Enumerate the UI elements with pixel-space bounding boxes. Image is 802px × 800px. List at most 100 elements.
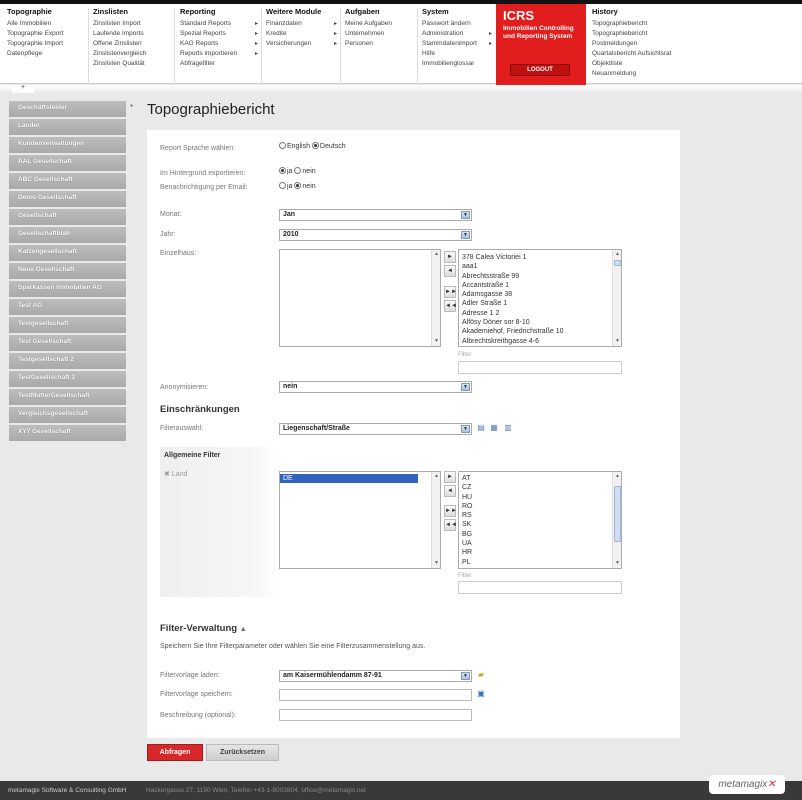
sidebar-item-gesellschaft[interactable]: Gesellschaft — [9, 209, 126, 225]
menu-item-reports-importieren[interactable]: Reports importieren ▸ — [180, 49, 258, 59]
menu-item-administration[interactable]: Administration ▸ — [422, 29, 492, 39]
email-nein-radio[interactable] — [294, 182, 302, 189]
menu-item-laufende-imports[interactable]: Laufende Imports — [93, 29, 171, 39]
menu-item-versicherungen[interactable]: Versicherungen ▸ — [266, 39, 337, 49]
hintergrund-ja-radio[interactable] — [279, 167, 286, 174]
scrollbar-thumb[interactable] — [614, 260, 621, 266]
sidebar-item-testgesellschaft-2[interactable]: Testgesellschaft 2 — [9, 353, 126, 369]
sidebar-item-geschaeftsfelder[interactable]: Geschäftsfelder — [9, 101, 126, 117]
chevron-down-icon[interactable]: ▼ — [461, 211, 470, 219]
einzelhaus-selected-list[interactable]: ▲ ▼ — [279, 249, 441, 347]
scrollbar[interactable]: ▲ ▼ — [612, 250, 621, 346]
move-right-button[interactable]: ► — [444, 471, 456, 483]
sidebar-item-testmuttergesellschaft[interactable]: TestMutterGesellschaft — [9, 389, 126, 405]
scroll-up-icon[interactable]: ▲ — [433, 251, 440, 258]
sidebar-item-test-gesellschaft[interactable]: Test Gesellschaft — [9, 335, 126, 351]
filter-list-icon[interactable]: ▦ — [489, 423, 499, 433]
menu-item-passwort-aendern[interactable]: Passwort ändern — [422, 19, 492, 29]
list-item[interactable]: Alfösy Döner sor 8-10 — [459, 318, 621, 327]
list-item[interactable]: PL — [459, 558, 621, 567]
menu-item-topographie-import[interactable]: Topographie Import — [7, 39, 82, 49]
menu-header-reporting[interactable]: Reporting — [180, 7, 258, 16]
sprache-english-radio[interactable] — [279, 142, 286, 149]
menu-item-topographie-export[interactable]: Topographie Export — [7, 29, 82, 39]
zuruecksetzen-button[interactable]: Zurücksetzen — [206, 744, 279, 761]
list-item[interactable]: DE — [280, 474, 418, 484]
list-item[interactable]: Adresse 1 2 — [459, 309, 621, 318]
menu-item-unternehmen[interactable]: Unternehmen — [345, 29, 415, 39]
sidebar-item-test-ag[interactable]: Test AG — [9, 299, 126, 315]
move-all-right-button[interactable]: ►► — [444, 286, 457, 298]
land-selected-list[interactable]: DE ▲ ▼ — [279, 471, 441, 569]
sidebar-item-xy7-gesellschaft[interactable]: XY7 Gesellschaft — [9, 425, 126, 441]
menu-header-aufgaben[interactable]: Aufgaben — [345, 7, 415, 16]
logout-button[interactable]: LOGOUT — [510, 64, 570, 76]
menu-item-alle-immobilien[interactable]: Alle Immobilien — [7, 19, 82, 29]
sidebar-item-aal-gesellschaft[interactable]: AAL Gesellschaft — [9, 155, 126, 171]
menu-item-zinslisten-qualitaet[interactable]: Zinslisten Qualität — [93, 59, 171, 69]
hintergrund-nein-radio[interactable] — [294, 167, 302, 174]
menu-header-system[interactable]: System — [422, 7, 492, 16]
sidebar-item-testgesellschaft[interactable]: Testgesellschaft — [9, 317, 126, 333]
history-item[interactable]: Neuanmeldung — [592, 69, 692, 79]
scrollbar[interactable]: ▲ ▼ — [431, 472, 440, 568]
scrollbar[interactable]: ▲ ▼ — [431, 250, 440, 346]
list-item[interactable]: CZ — [459, 483, 621, 492]
menu-item-finanzdaten[interactable]: Finanzdaten ▸ — [266, 19, 337, 29]
menu-header-weitere-module[interactable]: Weitere Module — [266, 7, 337, 16]
land-filter-input[interactable] — [458, 581, 622, 594]
list-item[interactable]: Accantstraße 1 — [459, 281, 621, 290]
scroll-up-icon[interactable]: ▲ — [614, 473, 621, 480]
scroll-down-icon[interactable]: ▼ — [433, 560, 440, 567]
scroll-down-icon[interactable]: ▼ — [433, 338, 440, 345]
move-left-button[interactable]: ◄ — [444, 265, 456, 277]
move-right-button[interactable]: ► — [444, 251, 456, 263]
scroll-down-icon[interactable]: ▼ — [614, 338, 621, 345]
menu-item-hilfe[interactable]: Hilfe — [422, 49, 492, 59]
einzelhaus-available-list[interactable]: 378 Calea Victoriei 1 aaa1 Abrechtsstraß… — [458, 249, 622, 347]
scrollbar-thumb[interactable] — [614, 486, 621, 542]
chevron-down-icon[interactable]: ▼ — [461, 383, 470, 391]
list-item[interactable]: BG — [459, 530, 621, 539]
beschreibung-input[interactable] — [279, 709, 472, 721]
list-item[interactable]: Abrechtsstraße 99 — [459, 272, 621, 281]
remove-filter-icon[interactable]: ▥ — [503, 423, 513, 433]
sidebar-item-abc-gesellschaft[interactable]: ABC Gesellschaft — [9, 173, 126, 189]
abfragen-button[interactable]: Abfragen — [147, 744, 203, 761]
menu-item-zinslisten-import[interactable]: Zinslisten Import — [93, 19, 171, 29]
add-filter-icon[interactable]: ▤ — [476, 423, 486, 433]
list-item[interactable]: Adler Straße 1 — [459, 299, 621, 308]
sidebar-item-gesellschaftblah[interactable]: Gesellschaftblah — [9, 227, 126, 243]
scroll-up-icon[interactable]: ▲ — [433, 473, 440, 480]
menu-item-kag-reports[interactable]: KAG Reports ▸ — [180, 39, 258, 49]
move-all-left-button[interactable]: ◄◄ — [444, 300, 457, 312]
anonymisieren-select[interactable]: nein ▼ — [279, 381, 472, 393]
sidebar-item-laender[interactable]: Länder — [9, 119, 126, 135]
menu-item-standard-reports[interactable]: Standard Reports ▸ — [180, 19, 258, 29]
sidebar-item-demo-gesellschaft[interactable]: Demo Gesellschaft — [9, 191, 126, 207]
scrollbar[interactable]: ▲ ▼ — [612, 472, 621, 568]
sidebar-item-vergleichsgesellschaft[interactable]: Vergleichsgesellschaft — [9, 407, 126, 423]
history-item[interactable]: Postmeldungen — [592, 39, 692, 49]
folder-open-icon[interactable]: ▰ — [476, 670, 486, 680]
menu-item-zinslistenvergleich[interactable]: Zinslistenvergleich — [93, 49, 171, 59]
list-item[interactable]: RS — [459, 511, 621, 520]
menu-item-datenpflege[interactable]: Datenpflege — [7, 49, 82, 59]
menu-item-personen[interactable]: Personen — [345, 39, 415, 49]
move-all-left-button[interactable]: ◄◄ — [444, 519, 457, 531]
list-item[interactable]: Adamsgasse 38 — [459, 290, 621, 299]
history-item[interactable]: Quartalsbericht Aufsichtsrat — [592, 49, 692, 59]
filtervorlage-speichern-input[interactable] — [279, 689, 472, 701]
menu-header-zinslisten[interactable]: Zinslisten — [93, 7, 171, 16]
sidebar-item-neue-gesellschaft[interactable]: Neue Gesellschaft — [9, 263, 126, 279]
einzelhaus-filter-input[interactable] — [458, 361, 622, 374]
list-item[interactable]: Akademiehof, Friedrichstraße 10 — [459, 327, 621, 336]
move-all-right-button[interactable]: ►► — [444, 505, 457, 517]
sidebar-item-sparkassen-immobilien-ag[interactable]: Sparkassen Immobilien AG — [9, 281, 126, 297]
email-ja-radio[interactable] — [279, 182, 286, 189]
list-item[interactable]: SK — [459, 520, 621, 529]
menu-item-meine-aufgaben[interactable]: Meine Aufgaben — [345, 19, 415, 29]
sidebar-item-kundenverwaltungen[interactable]: Kundenverwaltungen — [9, 137, 126, 153]
history-item[interactable]: Objektliste — [592, 59, 692, 69]
menu-item-offene-zinslisten[interactable]: Offene Zinslisten — [93, 39, 171, 49]
